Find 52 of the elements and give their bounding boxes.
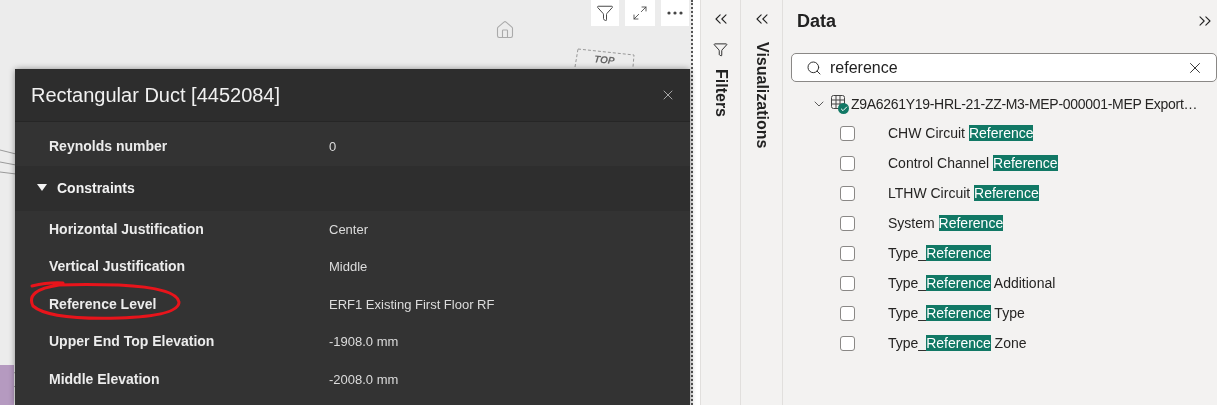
field-checkbox[interactable] [840,155,855,171]
field-name[interactable]: LTHW Circuit Reference [888,182,1039,204]
filter-button[interactable] [591,0,619,26]
property-label: Reference Level [49,295,157,312]
property-value: -2008.0 mm [329,370,399,389]
filter-icon [596,4,614,22]
property-label: Middle Elevation [49,370,160,387]
field-name[interactable]: System Reference [888,212,1004,234]
visualizations-pane[interactable]: Visualizations [741,0,783,405]
table-name: Z9A6261Y19-HRL-21-ZZ-M3-MEP-000001-MEP Export… [851,94,1198,114]
field-name[interactable]: Type_Reference [888,242,991,264]
field-name[interactable]: CHW Circuit Reference [888,122,1034,144]
more-options-button[interactable] [661,0,689,26]
view-cube-drawing[interactable]: TOP [572,47,636,67]
home-button[interactable] [494,19,516,41]
filters-pane[interactable]: Filters [700,0,741,405]
table-check-icon [831,95,847,113]
property-label: Reynolds number [49,138,168,155]
focus-mode-button[interactable] [625,0,655,26]
field-name[interactable]: Type_Reference Type [888,302,1025,324]
pane-label: Filters [711,69,731,117]
section-header[interactable]: Constraints [15,165,690,211]
property-label: Horizontal Justification [49,220,204,237]
pane-title: Data [797,9,836,33]
filter-icon [713,42,728,57]
more-icon [667,11,683,15]
property-value: ERF1 Existing First Floor RF [329,295,495,314]
model-viewer[interactable] [0,0,693,405]
field-name[interactable]: Type_Reference Additional [888,272,1056,294]
search-icon [806,59,822,76]
field-checkbox[interactable] [840,275,855,291]
property-value: 0 [329,138,337,156]
expand-icon [632,5,648,21]
caret-down-icon [37,184,47,192]
pane-label: Visualizations [752,42,772,149]
field-checkbox[interactable] [840,305,855,321]
property-value: -1908.0 mm [329,333,399,351]
field-name[interactable]: Type_Reference Zone [888,332,1027,354]
property-label: Vertical Justification [49,258,186,275]
field-checkbox[interactable] [840,245,855,261]
field-checkbox[interactable] [840,185,855,201]
field-name[interactable]: Control Channel Reference [888,152,1058,174]
table-node[interactable]: Z9A6261Y19-HRL-21-ZZ-M3-MEP-000001-MEP Export… [791,93,1217,115]
field-checkbox[interactable] [840,125,855,141]
field-checkbox[interactable] [840,335,855,351]
panel-title: Rectangular Duct [4452084] [31,83,281,108]
field-checkbox[interactable] [840,215,855,231]
property-value: Middle [329,258,368,276]
property-label: Upper End Top Elevation [49,333,215,350]
property-value: Center [329,220,369,239]
search-field[interactable]: reference [791,53,1217,82]
home-icon [495,20,515,40]
